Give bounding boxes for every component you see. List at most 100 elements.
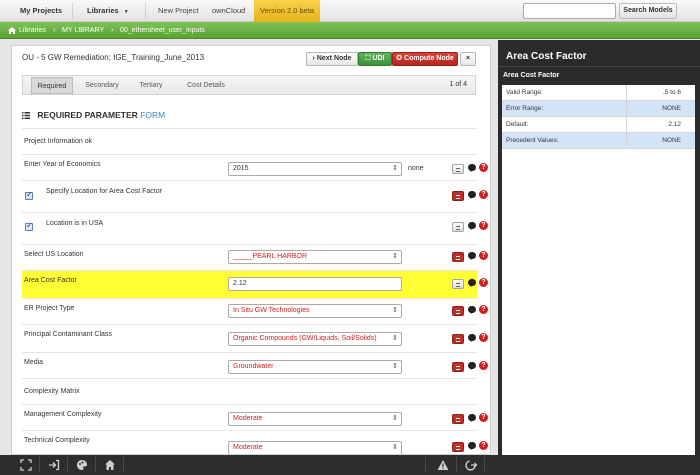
nav-new-project[interactable]: New Project bbox=[158, 0, 198, 22]
management-complexity-select[interactable]: Moderate bbox=[228, 412, 402, 426]
parameter-row-technical-complexity: Technical Complexity Moderate ? bbox=[22, 430, 488, 454]
edit-button[interactable] bbox=[452, 164, 464, 174]
help-icon[interactable]: ? bbox=[479, 221, 488, 230]
sign-in-icon[interactable] bbox=[48, 459, 60, 471]
parameter-row-year-of-economics: Enter Year of Economics 2015 none ? bbox=[22, 154, 488, 180]
panel-header: OU - 5 GW Remediation; IGE_Training_June… bbox=[12, 46, 490, 70]
fullscreen-icon[interactable] bbox=[20, 459, 32, 471]
edit-button[interactable] bbox=[452, 252, 464, 262]
nav-libraries[interactable]: Libraries ▼ bbox=[87, 0, 129, 22]
divider bbox=[456, 457, 457, 473]
comment-icon[interactable] bbox=[468, 414, 476, 422]
help-icon[interactable]: ? bbox=[479, 413, 488, 422]
help-icon[interactable]: ? bbox=[479, 190, 488, 199]
parameter-row-er-project-type: ER Project Type In Situ GW Technologies … bbox=[22, 298, 488, 324]
comment-icon[interactable] bbox=[468, 222, 476, 230]
edit-button[interactable] bbox=[452, 191, 464, 201]
comment-icon[interactable] bbox=[468, 362, 476, 370]
parameter-row-contaminant-class: Principal Contaminant Class Organic Comp… bbox=[22, 324, 488, 352]
info-key: Error Range: bbox=[506, 105, 544, 112]
page-title: OU - 5 GW Remediation; IGE_Training_June… bbox=[22, 53, 205, 62]
help-icon[interactable]: ? bbox=[479, 333, 488, 342]
edit-button[interactable] bbox=[452, 362, 464, 372]
next-node-button[interactable]: › Next Node bbox=[306, 52, 358, 66]
comment-icon[interactable] bbox=[468, 334, 476, 342]
nav-divider bbox=[145, 3, 146, 19]
help-icon[interactable]: ? bbox=[479, 278, 488, 287]
breadcrumb-my-library[interactable]: MY LIBRARY bbox=[62, 22, 104, 39]
comment-icon[interactable] bbox=[468, 252, 476, 260]
info-row-valid-range: Valid Range: .5 to 6 bbox=[502, 85, 695, 101]
logout-icon[interactable] bbox=[465, 459, 477, 471]
comment-icon[interactable] bbox=[468, 306, 476, 314]
home-icon[interactable] bbox=[104, 459, 116, 471]
divider bbox=[123, 457, 124, 473]
edit-button[interactable] bbox=[452, 414, 464, 424]
info-value: NONE bbox=[662, 137, 681, 144]
version-badge: Version 2.0 beta bbox=[254, 0, 320, 22]
breadcrumb-separator: › bbox=[111, 25, 114, 34]
comment-icon[interactable] bbox=[468, 164, 476, 172]
tab-required[interactable]: Required bbox=[31, 77, 73, 94]
help-icon[interactable]: ? bbox=[479, 441, 488, 450]
nav-divider bbox=[72, 3, 73, 19]
close-button[interactable]: × bbox=[460, 52, 476, 66]
location-usa-checkbox[interactable] bbox=[25, 221, 33, 231]
contaminant-class-select[interactable]: Organic Compounds (GW/Liquids, Soil/Soli… bbox=[228, 332, 402, 346]
search-models-button[interactable]: Search Models bbox=[619, 3, 677, 19]
nav-my-projects[interactable]: My Projects bbox=[20, 0, 62, 22]
info-panel-subtitle: Area Cost Factor bbox=[503, 72, 560, 79]
us-location-select[interactable]: _____PEARL HARBOR bbox=[228, 250, 402, 264]
udi-button[interactable]: ⛶ UDI bbox=[358, 52, 392, 66]
edit-button[interactable] bbox=[452, 442, 464, 452]
edit-button[interactable] bbox=[452, 222, 464, 232]
er-project-type-select[interactable]: In Situ GW Technologies bbox=[228, 304, 402, 318]
info-card: Valid Range: .5 to 6 Error Range: NONE D… bbox=[502, 85, 695, 465]
help-icon[interactable]: ? bbox=[479, 163, 488, 172]
nav-libraries-label: Libraries bbox=[87, 6, 119, 15]
tab-bar: Required Secondary Tertiary Cost Details… bbox=[22, 75, 476, 95]
edit-button[interactable] bbox=[452, 334, 464, 344]
comment-icon[interactable] bbox=[468, 442, 476, 450]
help-icon[interactable]: ? bbox=[479, 361, 488, 370]
help-icon[interactable]: ? bbox=[479, 305, 488, 314]
section-heading: REQUIRED PARAMETER FORM bbox=[22, 110, 165, 120]
help-icon[interactable]: ? bbox=[479, 251, 488, 260]
specify-location-checkbox[interactable] bbox=[25, 190, 33, 200]
edit-button[interactable] bbox=[452, 279, 464, 289]
row-label: ER Project Type bbox=[24, 305, 75, 312]
edit-button[interactable] bbox=[452, 306, 464, 316]
model-panel: OU - 5 GW Remediation; IGE_Training_June… bbox=[11, 45, 491, 455]
row-label: Media bbox=[24, 359, 44, 366]
parameter-row-complexity-matrix: Complexity Matrix bbox=[22, 378, 477, 404]
info-value: 2.12 bbox=[668, 121, 681, 128]
palette-icon[interactable] bbox=[76, 459, 88, 471]
info-value: NONE bbox=[662, 105, 681, 112]
comment-icon[interactable] bbox=[468, 191, 476, 199]
row-label: Location is in USA bbox=[46, 220, 104, 227]
technical-complexity-select[interactable]: Moderate bbox=[228, 441, 402, 454]
warning-icon[interactable] bbox=[437, 459, 449, 471]
comment-icon[interactable] bbox=[468, 279, 476, 287]
row-label: Technical Complexity bbox=[24, 437, 90, 444]
parameter-row-location-usa: Location is in USA ? bbox=[22, 212, 488, 244]
bottom-toolbar bbox=[0, 455, 700, 475]
breadcrumb-current[interactable]: 00_ethersheet_user_inputs bbox=[120, 22, 205, 39]
info-row-default: Default: 2.12 bbox=[502, 117, 695, 133]
breadcrumb-libraries[interactable]: Libraries bbox=[19, 22, 46, 39]
row-label: Specify Location for Area Cost Factor bbox=[46, 188, 162, 195]
info-panel: Area Cost Factor Area Cost Factor Valid … bbox=[498, 40, 700, 465]
search-input[interactable] bbox=[523, 3, 616, 19]
row-label: Management Complexity bbox=[24, 411, 102, 418]
info-row-error-range: Error Range: NONE bbox=[502, 101, 695, 117]
tab-tertiary[interactable]: Tertiary bbox=[131, 77, 171, 94]
nav-owncloud[interactable]: ownCloud bbox=[212, 0, 245, 22]
media-select[interactable]: Groundwater bbox=[228, 360, 402, 374]
tab-cost-details[interactable]: Cost Details bbox=[181, 77, 231, 94]
divider bbox=[39, 457, 40, 473]
year-of-economics-select[interactable]: 2015 bbox=[228, 162, 402, 176]
divider bbox=[626, 133, 627, 149]
area-cost-factor-input[interactable]: 2.12 bbox=[228, 277, 402, 291]
tab-secondary[interactable]: Secondary bbox=[79, 77, 125, 94]
compute-node-button[interactable]: ✪ Compute Node bbox=[392, 52, 458, 66]
